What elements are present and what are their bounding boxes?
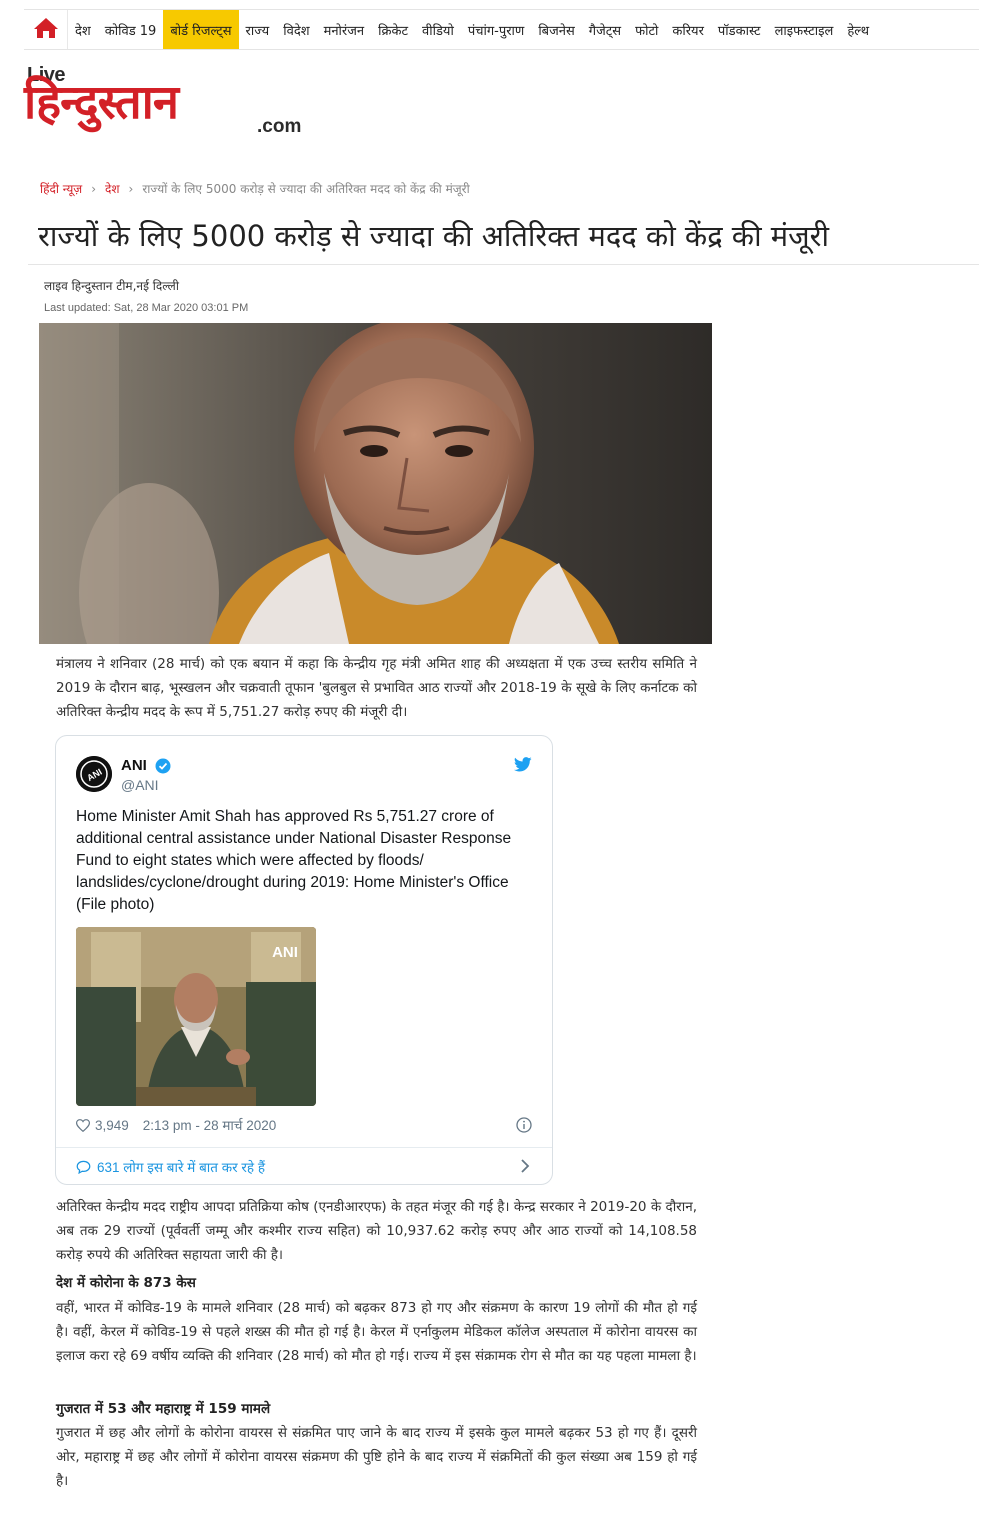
tweet-meta: 3,949 2:13 pm - 28 मार्च 2020 bbox=[76, 1116, 276, 1134]
breadcrumb-section-link[interactable]: देश bbox=[105, 180, 120, 197]
article-paragraph: गुजरात में छह और लोगों के कोरोना वायरस स… bbox=[56, 1425, 697, 1489]
nav-item-panchang[interactable]: पंचांग-पुराण bbox=[461, 10, 531, 49]
tweet-like-count[interactable]: 3,949 bbox=[95, 1118, 129, 1133]
article-paragraph: मंत्रालय ने शनिवार (28 मार्च) को एक बयान… bbox=[56, 656, 697, 720]
top-navigation: देश कोविड 19 बोर्ड रिजल्ट्स राज्य विदेश … bbox=[24, 9, 979, 50]
tweet-avatar[interactable]: ANI bbox=[76, 756, 112, 792]
article-subheading: देश में कोरोना के 873 केस bbox=[56, 1275, 196, 1291]
tweet-author-handle[interactable]: @ANI bbox=[121, 777, 159, 793]
article-paragraph: वहीं, भारत में कोविड-19 के मामले शनिवार … bbox=[56, 1300, 697, 1364]
nav-item-business[interactable]: बिजनेस bbox=[531, 10, 581, 49]
home-icon bbox=[33, 17, 59, 43]
nav-item-video[interactable]: वीडियो bbox=[415, 10, 461, 49]
twitter-bird-icon[interactable] bbox=[513, 757, 532, 777]
article-byline: लाइव हिन्दुस्तान टीम,नई दिल्ली bbox=[44, 279, 179, 293]
nav-item-lifestyle[interactable]: लाइफस्टाइल bbox=[768, 10, 841, 49]
breadcrumb-separator-icon: › bbox=[91, 181, 96, 196]
article-updated: Last updated: Sat, 28 Mar 2020 03:01 PM bbox=[44, 302, 249, 314]
article-subheading: गुजरात में 53 और महाराष्ट्र में 159 मामल… bbox=[56, 1401, 271, 1417]
nav-item-career[interactable]: करियर bbox=[665, 10, 711, 49]
breadcrumb-separator-icon: › bbox=[128, 181, 134, 196]
breadcrumb: हिंदी न्यूज़ › देश › राज्यों के लिए 5000… bbox=[40, 180, 470, 197]
article-paragraph: अतिरिक्त केन्द्रीय मदद राष्ट्रीय आपदा प्… bbox=[56, 1199, 697, 1263]
tweet-conversation-text: 631 लोग इस बारे में बात कर रहे हैं bbox=[97, 1160, 265, 1175]
nav-item-health[interactable]: हेल्थ bbox=[840, 10, 876, 49]
tweet-conversation-link[interactable]: 631 लोग इस बारे में बात कर रहे हैं bbox=[76, 1158, 265, 1176]
nav-item-cricket[interactable]: क्रिकेट bbox=[371, 10, 415, 49]
nav-item-rajya[interactable]: राज्य bbox=[239, 10, 277, 49]
nav-item-manoranjan[interactable]: मनोरंजन bbox=[317, 10, 372, 49]
home-button[interactable] bbox=[24, 10, 68, 49]
speech-bubble-icon bbox=[76, 1160, 91, 1174]
nav-item-podcast[interactable]: पॉडकास्ट bbox=[711, 10, 768, 49]
nav-item-covid19[interactable]: कोविड 19 bbox=[98, 10, 164, 49]
chevron-right-icon[interactable] bbox=[520, 1159, 530, 1178]
heart-icon[interactable] bbox=[76, 1118, 90, 1132]
info-icon[interactable] bbox=[516, 1117, 532, 1138]
nav-item-board-results[interactable]: बोर्ड रिजल्ट्स bbox=[163, 10, 239, 49]
logo-main-text: हिन्दुस्तान bbox=[24, 75, 179, 130]
breadcrumb-home-link[interactable]: हिंदी न्यूज़ bbox=[40, 180, 82, 197]
article-headline: राज्यों के लिए 5000 करोड़ से ज्यादा की अ… bbox=[38, 219, 830, 253]
site-logo[interactable]: Live हिन्दुस्तान .com bbox=[24, 64, 302, 144]
verified-badge-icon bbox=[155, 758, 171, 779]
nav-item-photo[interactable]: फोटो bbox=[628, 10, 665, 49]
nav-item-desh[interactable]: देश bbox=[68, 10, 98, 49]
logo-com-text: .com bbox=[257, 116, 302, 137]
breadcrumb-current: राज्यों के लिए 5000 करोड़ से ज्यादा की अ… bbox=[142, 182, 470, 196]
article-hero-image bbox=[39, 323, 712, 644]
tweet-author-name[interactable]: ANI bbox=[121, 757, 147, 774]
headline-divider bbox=[28, 264, 979, 265]
tweet-text: Home Minister Amit Shah has approved Rs … bbox=[76, 808, 512, 913]
tweet-image[interactable]: ANI bbox=[76, 927, 316, 1106]
tweet-divider bbox=[56, 1147, 552, 1148]
tweet-image-watermark: ANI bbox=[272, 944, 298, 961]
nav-item-gadgets[interactable]: गैजेट्स bbox=[582, 10, 628, 49]
tweet-timestamp[interactable]: 2:13 pm - 28 मार्च 2020 bbox=[143, 1116, 276, 1134]
embedded-tweet[interactable]: ANI ANI @ANI Home Minister Amit Shah has… bbox=[55, 735, 553, 1185]
nav-item-videsh[interactable]: विदेश bbox=[276, 10, 316, 49]
